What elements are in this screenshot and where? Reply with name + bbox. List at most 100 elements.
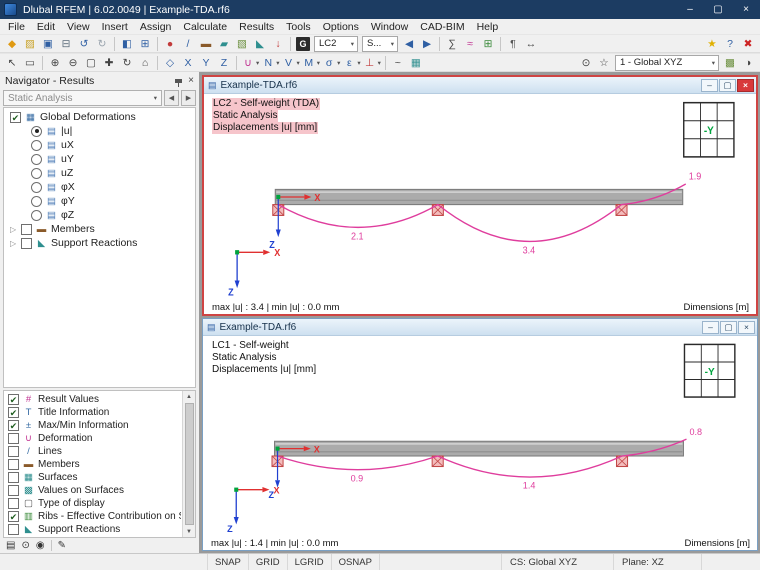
- window-titlebar[interactable]: Dlubal RFEM | 6.02.0049 | Example-TDA.rf…: [0, 0, 760, 19]
- rotate-view-icon[interactable]: ↻: [118, 54, 136, 71]
- scroll-up-icon[interactable]: ▲: [186, 391, 192, 402]
- open-model-icon[interactable]: ▨: [21, 35, 39, 52]
- tree-item-global-deformations[interactable]: ✔ ▦ Global Deformations: [4, 110, 195, 124]
- camera-icon[interactable]: ◉: [36, 540, 45, 551]
- internal-forces-n-icon[interactable]: N ▾: [260, 54, 280, 71]
- radio-button[interactable]: [31, 209, 42, 221]
- tables-icon[interactable]: ⊞: [136, 35, 154, 52]
- scroll-down-icon[interactable]: ▼: [186, 526, 192, 537]
- menu-insert[interactable]: Insert: [96, 21, 134, 33]
- support[interactable]: [615, 204, 628, 216]
- model-viewport[interactable]: 0.9 1.4 0.8 X Z X Z -Y LC1 - Self-weight…: [203, 336, 757, 550]
- help-icon[interactable]: ?: [721, 35, 739, 52]
- menu-view[interactable]: View: [61, 21, 96, 33]
- values-on-surfaces-icon[interactable]: ▦: [407, 54, 425, 71]
- checkbox[interactable]: [8, 485, 19, 496]
- tree-item-x[interactable]: ▤ φX: [4, 180, 195, 194]
- insert-solid-icon[interactable]: ▧: [233, 35, 251, 52]
- results-deformation-icon[interactable]: ∪ ▾: [240, 54, 260, 71]
- stresses-sigma-icon[interactable]: σ ▾: [321, 54, 341, 71]
- calculate-all-icon[interactable]: ∑: [443, 35, 461, 52]
- menu-calculate[interactable]: Calculate: [177, 21, 233, 33]
- zoom-in-icon[interactable]: ⊕: [46, 54, 64, 71]
- insert-line-icon[interactable]: /: [179, 35, 197, 52]
- undo-icon[interactable]: ↺: [75, 35, 93, 52]
- analysis-type-combo[interactable]: Static Analysis ▾: [3, 90, 162, 106]
- view-along-y-icon[interactable]: Y: [197, 54, 215, 71]
- design-situation-combo[interactable]: S... ▾: [362, 35, 398, 52]
- tree-item-uz[interactable]: ▤ uZ: [4, 166, 195, 180]
- restore-button[interactable]: ▢: [720, 320, 737, 334]
- insert-node-icon[interactable]: ●: [161, 35, 179, 52]
- menu-window[interactable]: Window: [365, 21, 414, 33]
- view-cube[interactable]: -Y: [683, 343, 736, 398]
- checkbox[interactable]: ✔: [8, 511, 19, 522]
- previous-load-case-icon[interactable]: ◀: [400, 35, 418, 52]
- pan-view-icon[interactable]: ✚: [100, 54, 118, 71]
- save-model-icon[interactable]: ▣: [39, 35, 57, 52]
- checkbox[interactable]: [21, 223, 32, 235]
- new-model-icon[interactable]: ◆: [3, 35, 21, 52]
- rendering-icon[interactable]: ▩: [721, 54, 739, 71]
- minimize-button[interactable]: –: [701, 78, 718, 92]
- checkbox[interactable]: [8, 433, 19, 444]
- toggle-grid[interactable]: GRID: [249, 554, 288, 570]
- insert-member-icon[interactable]: ▬: [197, 35, 215, 52]
- checkbox[interactable]: [8, 446, 19, 457]
- view-cube[interactable]: -Y: [683, 101, 735, 158]
- measure-icon[interactable]: ↔: [522, 35, 540, 52]
- menu-help[interactable]: Help: [471, 21, 505, 33]
- tree-item-u[interactable]: ▤ |u|: [4, 124, 195, 138]
- show-results-icon[interactable]: ≈: [461, 35, 479, 52]
- display-option-values-on-surfaces[interactable]: ▩ Values on Surfaces: [5, 484, 181, 497]
- display-option-max-min-information[interactable]: ✔ ± Max/Min Information: [5, 419, 181, 432]
- pencil-icon[interactable]: ✎: [58, 540, 66, 551]
- checkbox[interactable]: ✔: [8, 407, 19, 418]
- coordinate-system-status[interactable]: CS: Global XYZ: [502, 554, 614, 570]
- result-tables-icon[interactable]: ⊞: [479, 35, 497, 52]
- generate-button[interactable]: G: [294, 35, 312, 52]
- favorites-icon[interactable]: ★: [703, 35, 721, 52]
- support-reactions-icon[interactable]: ⊥ ▾: [362, 54, 382, 71]
- display-option-members[interactable]: ▬ Members: [5, 458, 181, 471]
- scrollbar[interactable]: ▲ ▼: [182, 391, 195, 537]
- display-option-support-reactions[interactable]: ◣ Support Reactions: [5, 523, 181, 536]
- view-along-z-icon[interactable]: Z: [215, 54, 233, 71]
- toggle-osnap[interactable]: OSNAP: [332, 554, 380, 570]
- eye-icon[interactable]: ⊙: [21, 540, 29, 551]
- zoom-extents-icon[interactable]: ⌂: [136, 54, 154, 71]
- model-viewport[interactable]: 2.1 3.4 1.9 X Z X Z -Y LC2 - Self-weight…: [204, 94, 756, 314]
- visibility-icon[interactable]: ⊙: [577, 54, 595, 71]
- insert-load-icon[interactable]: ↓: [269, 35, 287, 52]
- maximize-button[interactable]: ▢: [704, 0, 732, 19]
- menu-assign[interactable]: Assign: [134, 21, 178, 33]
- checkbox[interactable]: [21, 237, 32, 249]
- checkbox[interactable]: [8, 524, 19, 535]
- radio-button[interactable]: [31, 181, 42, 193]
- display-option-title-information[interactable]: ✔ T Title Information: [5, 406, 181, 419]
- tree-item-support-reactions[interactable]: ▷ ◣ Support Reactions: [4, 236, 195, 250]
- result-window-1[interactable]: ▤ Example-TDA.rf6 – ▢ × 2.1 3.4 1.9 X Z …: [202, 75, 758, 316]
- toggle-snap[interactable]: SNAP: [208, 554, 249, 570]
- print-graphic-icon[interactable]: ⊟: [57, 35, 75, 52]
- display-option-ribs-effective-contribution-on-surface-m[interactable]: ✔ ▥ Ribs - Effective Contribution on Surfa…: [5, 510, 181, 523]
- child-window-titlebar[interactable]: ▤ Example-TDA.rf6 – ▢ ×: [204, 77, 756, 94]
- checkbox[interactable]: [8, 472, 19, 483]
- strains-epsilon-icon[interactable]: ε ▾: [341, 54, 361, 71]
- tree-item-y[interactable]: ▤ φY: [4, 194, 195, 208]
- pin-icon[interactable]: [175, 76, 183, 87]
- previous-analysis-button[interactable]: ◀: [164, 90, 179, 106]
- menu-cad-bim[interactable]: CAD-BIM: [414, 21, 470, 33]
- next-analysis-button[interactable]: ▶: [181, 90, 196, 106]
- tree-item-uy[interactable]: ▤ uY: [4, 152, 195, 166]
- menu-tools[interactable]: Tools: [280, 21, 317, 33]
- checkbox[interactable]: ✔: [8, 420, 19, 431]
- radio-button[interactable]: [31, 195, 42, 207]
- display-option-result-values[interactable]: ✔ # Result Values: [5, 393, 181, 406]
- work-plane-status[interactable]: Plane: XZ: [614, 554, 702, 570]
- expander-icon[interactable]: ▷: [10, 225, 18, 234]
- view-isometric-icon[interactable]: ◇: [161, 54, 179, 71]
- child-window-titlebar[interactable]: ▤ Example-TDA.rf6 – ▢ ×: [203, 319, 757, 336]
- shadow-icon[interactable]: ◑: [739, 54, 757, 71]
- menu-options[interactable]: Options: [317, 21, 365, 33]
